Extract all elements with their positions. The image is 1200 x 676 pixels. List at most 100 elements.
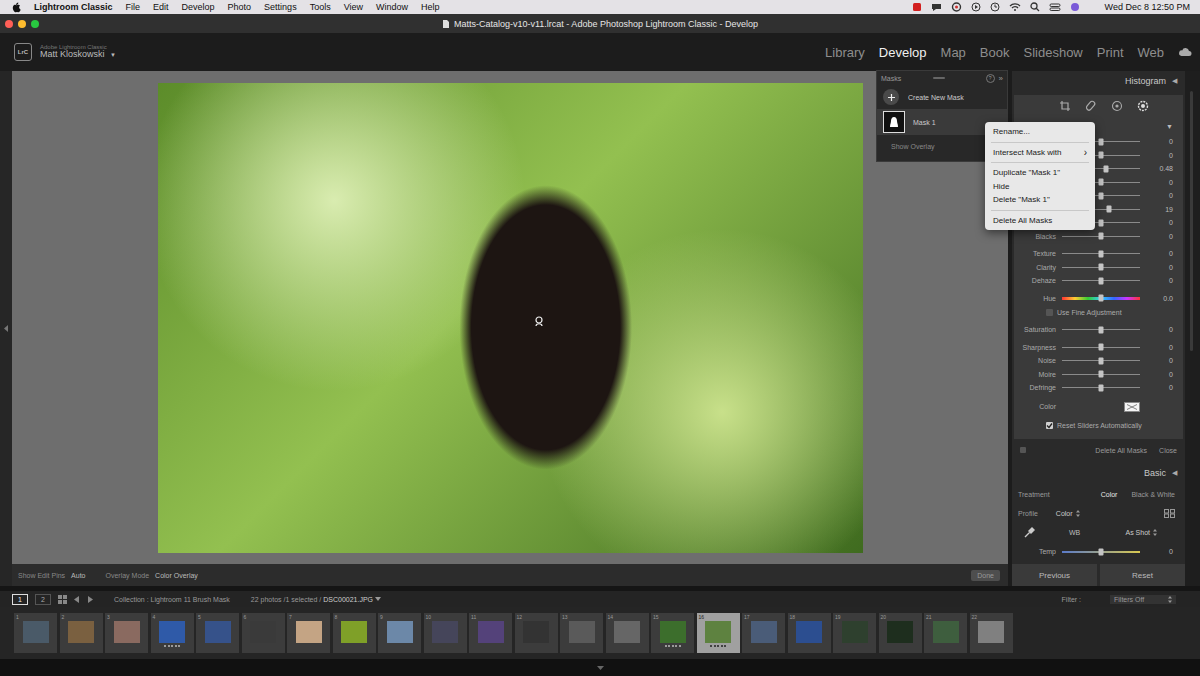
- module-tab[interactable]: Map: [941, 45, 966, 60]
- filmstrip-thumbnail[interactable]: 22: [970, 613, 1013, 653]
- menu-item[interactable]: Intersect Mask with ›: [985, 146, 1095, 160]
- scrollbar[interactable]: [1190, 91, 1193, 351]
- filmstrip-thumbnail[interactable]: 8: [333, 613, 376, 653]
- siri-icon[interactable]: [1070, 2, 1080, 12]
- slider-thumb[interactable]: [1099, 250, 1104, 257]
- create-new-mask-button[interactable]: Create New Mask: [877, 85, 1007, 109]
- forward-icon[interactable]: [87, 596, 93, 603]
- slider-track[interactable]: [1062, 236, 1140, 237]
- clock[interactable]: Wed Dec 8 12:50 PM: [1105, 2, 1190, 12]
- slider-value[interactable]: 0: [1144, 326, 1173, 333]
- slider-value[interactable]: 0: [1144, 344, 1173, 351]
- menu-item[interactable]: Hide: [985, 180, 1095, 194]
- filmstrip-thumbnail[interactable]: 13: [560, 613, 603, 653]
- back-icon[interactable]: [74, 596, 80, 603]
- apple-icon[interactable]: [12, 2, 21, 13]
- app-menu[interactable]: Lightroom Classic: [34, 2, 113, 12]
- profile-grid-icon[interactable]: [1164, 509, 1175, 518]
- filmstrip-thumbnail[interactable]: 6: [242, 613, 285, 653]
- identity-plate[interactable]: Adobe Lightroom Classic Matt Kloskowski …: [40, 44, 116, 60]
- slider-value[interactable]: 0: [1144, 233, 1173, 240]
- module-tab[interactable]: Print: [1097, 45, 1124, 60]
- clock-icon[interactable]: [990, 2, 1000, 12]
- slider-value[interactable]: 0: [1144, 179, 1173, 186]
- filmstrip-thumbnail[interactable]: 17: [742, 613, 785, 653]
- slider-track[interactable]: [1062, 329, 1140, 330]
- filmstrip-thumbnail[interactable]: 5: [196, 613, 239, 653]
- slider-thumb[interactable]: [1099, 219, 1104, 226]
- grid-icon[interactable]: [58, 595, 67, 604]
- wifi-icon[interactable]: [1009, 2, 1021, 12]
- filmstrip-thumbnail[interactable]: 12: [515, 613, 558, 653]
- mask-toggle[interactable]: [1020, 447, 1026, 453]
- menu-item[interactable]: Window: [376, 2, 408, 12]
- play-icon[interactable]: [971, 2, 981, 12]
- cloud-icon[interactable]: [1178, 47, 1192, 57]
- slider-value[interactable]: 0: [1144, 264, 1173, 271]
- minimize-button[interactable]: [18, 20, 26, 28]
- collapse-filmstrip-icon[interactable]: [597, 666, 604, 670]
- mask-pin-icon[interactable]: [534, 316, 544, 327]
- slider-value[interactable]: 0: [1144, 250, 1173, 257]
- slider-value[interactable]: 0: [1144, 138, 1173, 145]
- filmstrip-thumbnail[interactable]: 9: [378, 613, 421, 653]
- menu-item[interactable]: Settings: [264, 2, 297, 12]
- slider-thumb[interactable]: [1106, 206, 1111, 213]
- slider-track[interactable]: [1062, 297, 1140, 300]
- white-balance-select[interactable]: As Shot: [1125, 529, 1157, 536]
- filmstrip-thumbnail[interactable]: 16: [697, 613, 740, 653]
- crop-icon[interactable]: [1059, 100, 1071, 112]
- menu-item[interactable]: Edit: [153, 2, 169, 12]
- zoom-button[interactable]: [31, 20, 39, 28]
- slider-thumb[interactable]: [1099, 277, 1104, 284]
- panel-collapse[interactable]: ▼: [1166, 123, 1173, 130]
- slider-value[interactable]: 0: [1144, 277, 1173, 284]
- slider-value[interactable]: 19: [1144, 206, 1173, 213]
- slider-thumb[interactable]: [1099, 326, 1104, 333]
- overlay-mode-select[interactable]: Color Overlay: [155, 572, 198, 579]
- slider-track[interactable]: [1062, 253, 1140, 254]
- filmstrip-thumbnail[interactable]: 1: [14, 613, 57, 653]
- slider-thumb[interactable]: [1099, 179, 1104, 186]
- menu-item[interactable]: Delete All Masks: [985, 214, 1095, 228]
- drag-handle[interactable]: [933, 77, 945, 79]
- slider-value[interactable]: 0: [1144, 152, 1173, 159]
- slider-value[interactable]: 0: [1144, 192, 1173, 199]
- slider-thumb[interactable]: [1099, 371, 1104, 378]
- filmstrip-thumbnail[interactable]: 15: [651, 613, 694, 653]
- healing-icon[interactable]: [1085, 100, 1097, 112]
- slider-thumb[interactable]: [1104, 165, 1109, 172]
- checkbox[interactable]: [1046, 309, 1053, 316]
- slider-thumb[interactable]: [1099, 357, 1104, 364]
- slider-value[interactable]: 0: [1144, 357, 1173, 364]
- treatment-option[interactable]: Color: [1101, 491, 1118, 498]
- slider-thumb[interactable]: [1099, 192, 1104, 199]
- filmstrip-thumbnail[interactable]: 7: [287, 613, 330, 653]
- slider-track[interactable]: [1062, 387, 1140, 388]
- panel-button[interactable]: Reset: [1100, 564, 1185, 586]
- filmstrip-thumbnail[interactable]: 10: [424, 613, 467, 653]
- menu-item[interactable]: Duplicate "Mask 1": [985, 166, 1095, 180]
- slider-thumb[interactable]: [1099, 548, 1104, 555]
- filmstrip-thumbnail[interactable]: 2: [60, 613, 103, 653]
- slider-thumb[interactable]: [1099, 138, 1104, 145]
- slider-thumb[interactable]: [1099, 233, 1104, 240]
- panel-button[interactable]: Previous: [1012, 564, 1097, 586]
- filmstrip-thumbnail[interactable]: 4: [151, 613, 194, 653]
- filmstrip-thumbnail[interactable]: 19: [833, 613, 876, 653]
- slider-value[interactable]: 0: [1144, 371, 1173, 378]
- module-tab[interactable]: Book: [980, 45, 1010, 60]
- module-tab[interactable]: Library: [825, 45, 865, 60]
- filmstrip-thumbnail[interactable]: 14: [606, 613, 649, 653]
- search-icon[interactable]: [1030, 2, 1040, 12]
- slider-track[interactable]: [1062, 551, 1140, 553]
- module-tab[interactable]: Develop: [879, 45, 927, 60]
- checkbox-row[interactable]: Reset Sliders Automatically: [1014, 419, 1183, 433]
- slider-track[interactable]: [1062, 347, 1140, 348]
- chat-icon[interactable]: [931, 2, 942, 12]
- menu-item[interactable]: View: [344, 2, 363, 12]
- done-button[interactable]: Done: [971, 570, 1000, 581]
- sync-icon[interactable]: [951, 2, 962, 12]
- menu-item[interactable]: Photo: [228, 2, 252, 12]
- slider-track[interactable]: [1062, 280, 1140, 281]
